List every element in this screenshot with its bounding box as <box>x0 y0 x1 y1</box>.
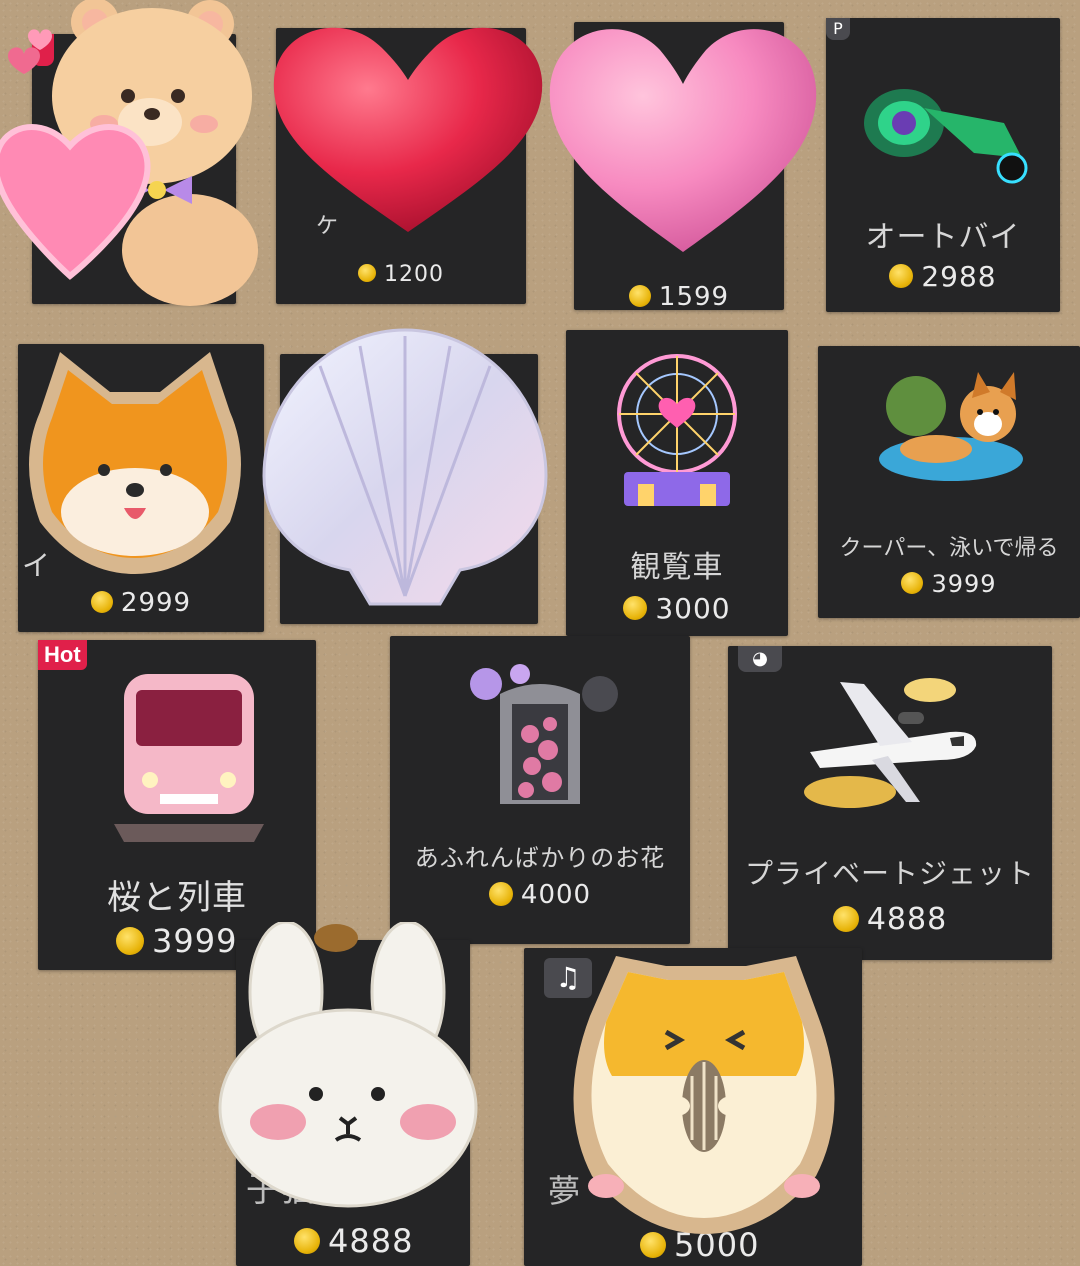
gift-price: 2988 <box>826 260 1060 293</box>
gift-label: プライベートジェット <box>744 857 1035 890</box>
gift-card[interactable]: Hot 桜と列車 3999 <box>38 640 316 970</box>
gift-label: 観覧車 <box>630 550 724 585</box>
coin-icon <box>90 590 113 613</box>
gift-price: 4888 <box>728 902 1052 937</box>
gift-card[interactable]: クーパー、泳いで帰る 3999 <box>818 346 1080 618</box>
corgi-icon <box>879 372 1023 481</box>
coin-icon <box>294 1228 320 1254</box>
gift-price: 3000 <box>566 592 788 625</box>
gift-price: 1599 <box>574 282 784 312</box>
gift-price: 1200 <box>276 262 526 287</box>
coin-icon <box>901 572 924 594</box>
gift-label: クーパー、泳いで帰る <box>839 536 1059 561</box>
coin-icon <box>623 596 648 620</box>
gift-label: オートバイ <box>865 220 1021 255</box>
gift-price: 3999 <box>818 570 1080 598</box>
hamster-sticker <box>573 956 835 1234</box>
gift-card[interactable]: ◕ プライベートジェット 4888 <box>728 646 1052 960</box>
white-bunny-sticker <box>218 922 478 1208</box>
coin-icon <box>116 927 144 955</box>
gift-price: 4000 <box>390 880 690 910</box>
shiba-dog-sticker <box>29 352 241 574</box>
pink-heart-sticker <box>549 29 817 252</box>
gift-label: あふれんばかりのお花 <box>414 844 666 872</box>
palette-icon: ◕ <box>738 646 782 672</box>
coin-icon <box>832 905 859 932</box>
hot-tag: Hot <box>38 640 87 670</box>
gift-card[interactable]: 観覧車 3000 <box>566 330 788 636</box>
motorcycle-icon <box>864 89 1028 184</box>
coin-icon <box>628 284 651 307</box>
coin-icon <box>488 881 513 906</box>
gift-card[interactable]: P オートバイ 2988 <box>826 18 1060 312</box>
pearl-shell-sticker <box>262 328 548 606</box>
coin-icon <box>889 264 914 288</box>
bear-holding-heart-sticker <box>0 0 258 306</box>
gift-label: 桜と列車 <box>107 878 247 918</box>
jet-icon <box>804 678 977 808</box>
ferris-wheel-icon <box>617 354 737 506</box>
coin-icon <box>640 1232 666 1258</box>
red-heart-sticker <box>273 27 543 232</box>
gift-price: 4888 <box>294 1222 470 1260</box>
train-icon <box>114 674 264 842</box>
gift-price: 2999 <box>18 588 264 618</box>
coin-icon <box>358 264 376 282</box>
flower-icon <box>470 664 618 804</box>
palette-icon: P <box>826 18 850 40</box>
gift-card[interactable]: あふれんばかりのお花 4000 <box>390 636 690 944</box>
